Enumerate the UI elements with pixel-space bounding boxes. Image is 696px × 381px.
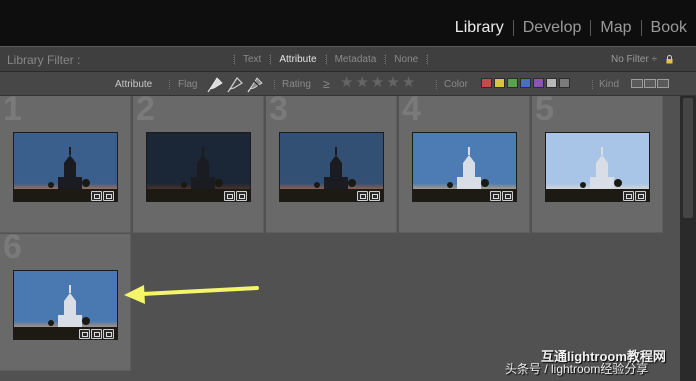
- flag-filters: [207, 75, 265, 93]
- color-label: Color: [444, 79, 468, 90]
- lock-icon[interactable]: [666, 55, 673, 64]
- library-filter-bar: Library Filter : Text Attribute Metadata…: [0, 46, 696, 72]
- color-swatch-purple[interactable]: [533, 78, 544, 88]
- tab-metadata[interactable]: Metadata: [327, 54, 385, 65]
- library-grid: 1 2 3 4 5 6: [0, 96, 680, 381]
- metadata-badge-icon[interactable]: [91, 329, 102, 339]
- kind-video-icon[interactable]: [657, 79, 669, 88]
- metadata-badge-icon[interactable]: [635, 191, 646, 201]
- color-swatch-yellow[interactable]: [494, 78, 505, 88]
- library-filter-title: Library Filter :: [7, 53, 81, 67]
- grid-cell[interactable]: 3: [266, 96, 397, 233]
- metadata-badge-icon[interactable]: [502, 191, 513, 201]
- star-icon[interactable]: ★: [386, 75, 399, 91]
- keyword-badge-icon[interactable]: [490, 191, 501, 201]
- grid-cell[interactable]: 2: [133, 96, 264, 233]
- grid-cell[interactable]: 1: [0, 96, 131, 233]
- divider: [592, 80, 593, 89]
- grid-scrollbar[interactable]: [680, 96, 696, 381]
- module-list: Library Develop Map Book: [446, 17, 696, 39]
- tab-divider: [426, 54, 429, 65]
- filter-preset-dropdown[interactable]: No Filter ÷: [611, 54, 657, 65]
- module-picker-bar: Library Develop Map Book: [0, 0, 696, 46]
- module-develop[interactable]: Develop: [514, 19, 591, 37]
- watermark-account: 头条号 / lightroom经验分享: [505, 362, 649, 376]
- grid-cell[interactable]: 6: [0, 234, 131, 371]
- keyword-badge-icon[interactable]: [91, 191, 102, 201]
- arrow-annotation-icon: [124, 285, 259, 304]
- develop-badge-icon[interactable]: [103, 329, 114, 339]
- keyword-badge-icon[interactable]: [623, 191, 634, 201]
- metadata-badge-icon[interactable]: [236, 191, 247, 201]
- kind-master-icon[interactable]: [631, 79, 643, 88]
- thumbnail-badges: [490, 191, 513, 201]
- tab-attribute[interactable]: Attribute: [271, 54, 324, 65]
- star-icon[interactable]: ★: [355, 75, 368, 91]
- thumbnail-badges: [79, 329, 114, 339]
- divider: [169, 80, 170, 89]
- color-label-swatches: [481, 78, 570, 88]
- thumbnail-badges: [357, 191, 380, 201]
- flag-picked-icon[interactable]: [207, 75, 225, 93]
- attribute-filter-bar: Attribute Flag Rating ≥ ★ ★ ★ ★ ★ Color: [0, 72, 696, 96]
- thumbnail-badges: [224, 191, 247, 201]
- metadata-badge-icon[interactable]: [103, 191, 114, 201]
- keyword-badge-icon[interactable]: [79, 329, 90, 339]
- library-filter-tabs: Text Attribute Metadata None: [233, 54, 429, 65]
- cell-index-number: 4: [402, 96, 421, 128]
- star-icon[interactable]: ★: [371, 75, 384, 91]
- module-map[interactable]: Map: [591, 19, 640, 37]
- thumbnail-badges: [623, 191, 646, 201]
- tab-none[interactable]: None: [386, 54, 426, 65]
- color-swatch-red[interactable]: [481, 78, 492, 88]
- cell-index-number: 1: [3, 96, 22, 128]
- kind-filters: [631, 79, 669, 88]
- attribute-title: Attribute: [115, 79, 153, 90]
- divider: [274, 80, 275, 89]
- color-swatch-blue[interactable]: [520, 78, 531, 88]
- metadata-badge-icon[interactable]: [369, 191, 380, 201]
- star-icon[interactable]: ★: [340, 75, 353, 91]
- cell-index-number: 2: [136, 96, 155, 128]
- cell-index-number: 3: [269, 96, 288, 128]
- color-swatch-none[interactable]: [559, 78, 570, 88]
- keyword-badge-icon[interactable]: [224, 191, 235, 201]
- kind-label: Kind: [599, 79, 620, 90]
- grid-cell[interactable]: 4: [399, 96, 530, 233]
- cell-index-number: 6: [3, 234, 22, 266]
- flag-rejected-icon[interactable]: [247, 75, 265, 93]
- module-book[interactable]: Book: [642, 19, 696, 37]
- divider: [436, 80, 437, 89]
- rating-operator[interactable]: ≥: [323, 77, 330, 91]
- cell-index-number: 5: [535, 96, 554, 128]
- color-swatch-custom[interactable]: [546, 78, 557, 88]
- kind-virtual-copy-icon[interactable]: [644, 79, 656, 88]
- keyword-badge-icon[interactable]: [357, 191, 368, 201]
- rating-stars: ★ ★ ★ ★ ★: [340, 75, 415, 91]
- rating-label: Rating: [282, 79, 311, 90]
- thumbnail-badges: [91, 191, 114, 201]
- tab-text[interactable]: Text: [235, 54, 269, 65]
- star-icon[interactable]: ★: [402, 75, 415, 91]
- flag-label: Flag: [178, 79, 198, 90]
- scrollbar-thumb[interactable]: [683, 98, 693, 218]
- flag-unflagged-icon[interactable]: [227, 75, 245, 93]
- module-library[interactable]: Library: [446, 19, 513, 37]
- color-swatch-green[interactable]: [507, 78, 518, 88]
- grid-cell[interactable]: 5: [532, 96, 663, 233]
